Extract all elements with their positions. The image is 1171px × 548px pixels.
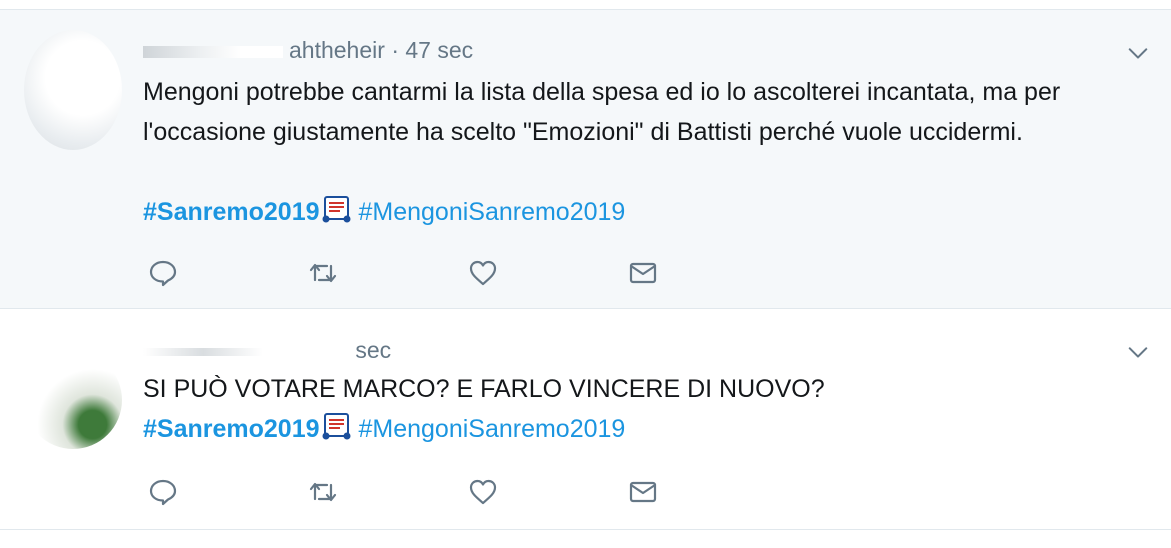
- avatar[interactable]: [24, 30, 122, 150]
- timestamp[interactable]: · 47 sec: [391, 37, 473, 63]
- heart-icon: [469, 479, 497, 505]
- handle[interactable]: ahtheheir: [289, 37, 385, 63]
- hashtag-link[interactable]: #MengoniSanremo2019: [358, 415, 625, 443]
- hashtag-link[interactable]: #MengoniSanremo2019: [358, 198, 625, 226]
- hashtag-link[interactable]: #Sanremo2019: [143, 198, 320, 226]
- hashtag-link[interactable]: #Sanremo2019: [143, 415, 320, 443]
- chevron-down-icon[interactable]: [1127, 341, 1149, 363]
- like-button[interactable]: [468, 477, 628, 507]
- redacted-name: [143, 45, 283, 58]
- tweet-text: SI PUÒ VOTARE MARCO? E FARLO VINCERE DI …: [143, 375, 825, 403]
- timestamp[interactable]: sec: [355, 337, 391, 363]
- tweet[interactable]: ahtheheir · 47 sec Mengoni potrebbe cant…: [0, 9, 1171, 309]
- hashtag-line: #Sanremo2019 #MengoniSanremo2019: [143, 192, 625, 232]
- tweet-header: sec: [143, 337, 391, 364]
- music-score-emoji: [322, 196, 351, 223]
- redacted-name: [143, 347, 343, 356]
- music-score-emoji: [322, 413, 351, 440]
- reply-button[interactable]: [148, 258, 308, 288]
- tweet[interactable]: sec SI PUÒ VOTARE MARCO? E FARLO VINCERE…: [0, 309, 1171, 530]
- direct-message-button[interactable]: [628, 258, 788, 288]
- reply-icon: [149, 479, 177, 506]
- retweet-button[interactable]: [308, 477, 468, 507]
- tweet-actions: [148, 258, 788, 288]
- tweet-actions: [148, 477, 788, 507]
- retweet-button[interactable]: [308, 258, 468, 288]
- like-button[interactable]: [468, 258, 628, 288]
- tweet-header: ahtheheir · 47 sec: [143, 37, 473, 64]
- reply-icon: [149, 260, 177, 287]
- envelope-icon: [629, 481, 657, 503]
- hashtag-line: #Sanremo2019 #MengoniSanremo2019: [143, 409, 625, 449]
- chevron-down-icon[interactable]: [1127, 42, 1149, 64]
- envelope-icon: [629, 262, 657, 284]
- avatar[interactable]: [24, 351, 122, 449]
- retweet-icon: [309, 263, 337, 283]
- timeline: ahtheheir · 47 sec Mengoni potrebbe cant…: [0, 0, 1171, 548]
- tweet-text: Mengoni potrebbe cantarmi la lista della…: [143, 78, 1061, 146]
- reply-button[interactable]: [148, 477, 308, 507]
- direct-message-button[interactable]: [628, 477, 788, 507]
- heart-icon: [469, 260, 497, 286]
- retweet-icon: [309, 482, 337, 502]
